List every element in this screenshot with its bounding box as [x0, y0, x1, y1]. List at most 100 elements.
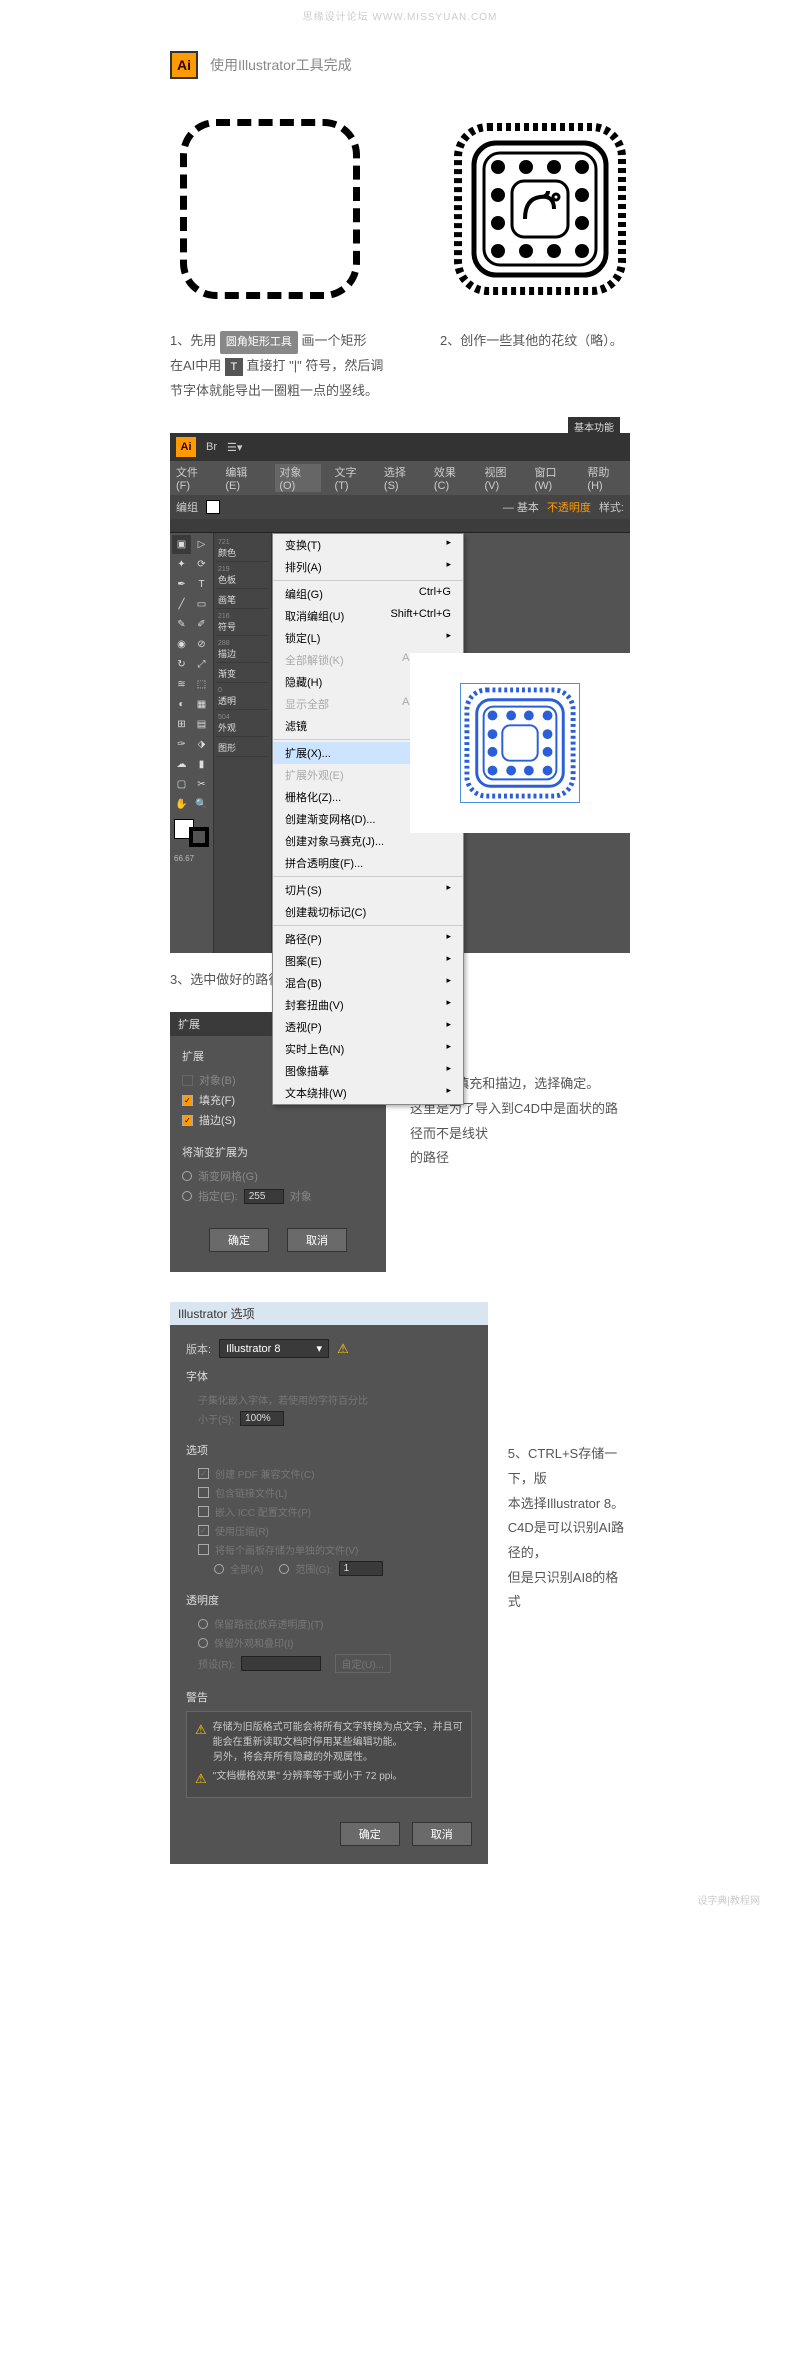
menu-help[interactable]: 帮助(H)	[587, 464, 624, 492]
rect-tool[interactable]: ▭	[192, 595, 211, 614]
warning-icon-3: ⚠	[195, 1769, 207, 1789]
options-title: Illustrator 选项	[170, 1302, 488, 1325]
menu-item[interactable]: 创建对象马赛克(J)...	[273, 830, 463, 852]
gradient-tool[interactable]: ▤	[192, 715, 211, 734]
lasso-tool[interactable]: ⟳	[192, 555, 211, 574]
ai-logo: Ai	[170, 51, 198, 79]
blob-tool[interactable]: ◉	[172, 635, 191, 654]
version-select[interactable]: Illustrator 8▾	[219, 1339, 329, 1358]
version-label: 版本:	[186, 1341, 211, 1357]
page-title: 使用Illustrator工具完成	[210, 55, 352, 75]
step-2-text: 2、创作一些其他的花纹（略）。	[440, 329, 640, 354]
direct-select-tool[interactable]: ▷	[192, 535, 211, 554]
ok-button-2[interactable]: 确定	[340, 1822, 400, 1846]
blend-tool[interactable]: ⬗	[192, 735, 211, 754]
brush-tool[interactable]: ✎	[172, 615, 191, 634]
perspective-tool[interactable]: ▦	[192, 695, 211, 714]
radio-preserve-path	[198, 1619, 208, 1629]
menu-window[interactable]: 窗口(W)	[534, 464, 573, 492]
menu-item[interactable]: 实时上色(N)	[273, 1038, 463, 1060]
panel-tab[interactable]: 721颜色	[216, 537, 269, 562]
layout-icon[interactable]: ☰▾	[227, 441, 242, 454]
menu-item[interactable]: 文本绕排(W)	[273, 1082, 463, 1104]
menu-item[interactable]: 排列(A)	[273, 556, 463, 578]
menu-item[interactable]: 取消编组(U)Shift+Ctrl+G	[273, 605, 463, 627]
panel-tab[interactable]: 渐变	[216, 665, 269, 683]
menu-select[interactable]: 选择(S)	[384, 464, 420, 492]
cancel-button[interactable]: 取消	[287, 1228, 347, 1252]
zoom-tool[interactable]: 🔍	[192, 795, 211, 814]
rotate-tool[interactable]: ↻	[172, 655, 191, 674]
type-tool-icon: T	[225, 358, 243, 376]
menu-file[interactable]: 文件(F)	[176, 464, 211, 492]
watermark-top: 思缘设计论坛 WWW.MISSYUAN.COM	[0, 0, 800, 31]
menu-view[interactable]: 视图(V)	[484, 464, 520, 492]
graph-tool[interactable]: ▮	[192, 755, 211, 774]
menu-item[interactable]: 混合(B)	[273, 972, 463, 994]
ok-button[interactable]: 确定	[209, 1228, 269, 1252]
illustrator-titlebar: Ai Br ☰▾	[170, 433, 630, 461]
magic-wand-tool[interactable]: ✦	[172, 555, 191, 574]
shape-builder-tool[interactable]: ◐	[172, 695, 191, 714]
pen-tool[interactable]: ✒	[172, 575, 191, 594]
options-section: 选项	[186, 1442, 472, 1458]
range-input	[339, 1561, 383, 1576]
cb-artboard	[198, 1544, 209, 1555]
type-tool[interactable]: T	[192, 575, 211, 594]
panel-tab[interactable]: 画笔	[216, 591, 269, 609]
menu-type[interactable]: 文字(T)	[335, 464, 370, 492]
panel-tab[interactable]: 504外观	[216, 712, 269, 737]
menu-item[interactable]: 图像描摹	[273, 1060, 463, 1082]
line-tool[interactable]: ╱	[172, 595, 191, 614]
panel-tab[interactable]: 图形	[216, 739, 269, 757]
group-label: 编组	[176, 499, 198, 515]
menu-effect[interactable]: 效果(C)	[434, 464, 471, 492]
slice-tool[interactable]: ✂	[192, 775, 211, 794]
bridge-icon[interactable]: Br	[206, 441, 217, 453]
panel-tab[interactable]: 219色板	[216, 564, 269, 589]
stroke-style[interactable]: — 基本	[503, 499, 539, 515]
menu-item[interactable]: 拼合透明度(F)...	[273, 852, 463, 874]
menu-item[interactable]: 锁定(L)	[273, 627, 463, 649]
menu-item[interactable]: 路径(P)	[273, 928, 463, 950]
mesh-tool[interactable]: ⊞	[172, 715, 191, 734]
fill-swatch[interactable]	[206, 500, 220, 514]
radio-range	[279, 1564, 289, 1574]
step-5-text: 5、CTRL+S存储一下，版 本选择Illustrator 8。 C4D是可以识…	[508, 1272, 630, 1615]
fill-stroke-box[interactable]	[174, 819, 209, 847]
hand-tool[interactable]: ✋	[172, 795, 191, 814]
scale-tool[interactable]: ⤢	[192, 655, 211, 674]
menu-item[interactable]: 封套扭曲(V)	[273, 994, 463, 1016]
menu-item[interactable]: 变换(T)	[273, 534, 463, 556]
canvas[interactable]: 变换(T)排列(A) 编组(G)Ctrl+G取消编组(U)Shift+Ctrl+G…	[272, 533, 630, 953]
eraser-tool[interactable]: ⊘	[192, 635, 211, 654]
panel-tab[interactable]: 216符号	[216, 611, 269, 636]
selection-tool[interactable]: ▣	[172, 535, 191, 554]
width-tool[interactable]: ≋	[172, 675, 191, 694]
cancel-button-2[interactable]: 取消	[412, 1822, 472, 1846]
menu-edit[interactable]: 编辑(E)	[225, 464, 261, 492]
artboard-tool[interactable]: ▢	[172, 775, 191, 794]
menu-item[interactable]: 编组(G)Ctrl+G	[273, 583, 463, 605]
pencil-tool[interactable]: ✐	[192, 615, 211, 634]
radio-preserve-appearance	[198, 1638, 208, 1648]
menu-item[interactable]: 切片(S)	[273, 879, 463, 901]
symbol-tool[interactable]: ☁	[172, 755, 191, 774]
checkbox-fill[interactable]: ✓	[182, 1095, 193, 1106]
menu-object[interactable]: 对象(O)	[275, 464, 320, 492]
checkbox-stroke[interactable]: ✓	[182, 1115, 193, 1126]
panel-tab[interactable]: 0透明	[216, 685, 269, 710]
style-label: 样式:	[599, 499, 624, 515]
radio-specify	[182, 1191, 192, 1201]
opacity-label[interactable]: 不透明度	[547, 499, 591, 515]
eyedropper-tool[interactable]: ✑	[172, 735, 191, 754]
menu-item[interactable]: 透视(P)	[273, 1016, 463, 1038]
free-transform-tool[interactable]: ⬚	[192, 675, 211, 694]
step-1-text: 1、先用 圆角矩形工具 画一个矩形 在AI中用 T 直接打 "|" 符号，然后调…	[170, 329, 400, 403]
menu-item[interactable]: 创建裁切标记(C)	[273, 901, 463, 923]
panel-tab[interactable]: 288描边	[216, 638, 269, 663]
radio-gradient-mesh	[182, 1171, 192, 1181]
workspace-label: 基本功能	[568, 417, 620, 436]
menu-item[interactable]: 图案(E)	[273, 950, 463, 972]
preset-input	[241, 1656, 321, 1671]
